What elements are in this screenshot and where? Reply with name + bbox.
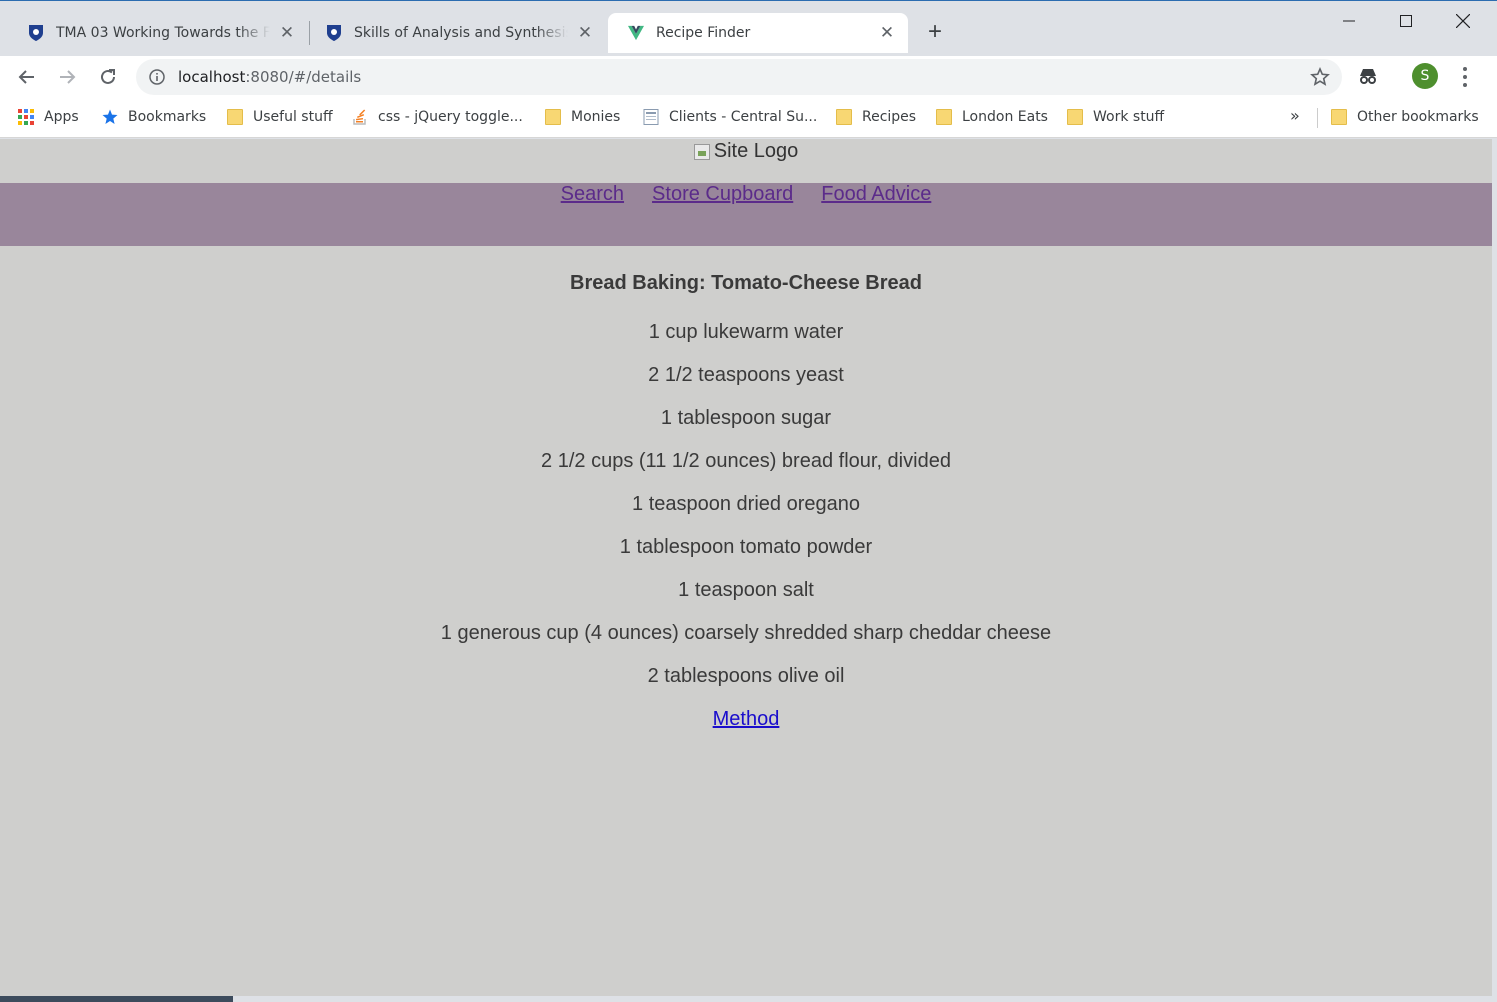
folder-icon — [545, 109, 561, 125]
bookmark-london-eats[interactable]: London Eats — [936, 107, 1048, 127]
minimize-button[interactable] — [1326, 7, 1372, 35]
site-logo-alt-text: Site Logo — [713, 140, 799, 162]
new-tab-button[interactable]: + — [922, 19, 948, 45]
menu-kebab-icon[interactable] — [1455, 64, 1475, 90]
taskbar-segment — [0, 996, 233, 1002]
ou-shield-icon — [327, 25, 341, 41]
tab-title: TMA 03 Working Towards the Fin — [56, 25, 270, 41]
ingredient-item: 1 tablespoon sugar — [660, 407, 832, 429]
nav-link-search[interactable]: Search — [561, 183, 624, 205]
ou-shield-icon — [29, 25, 43, 41]
ingredient-item: 2 1/2 cups (11 1/2 ounces) bread flour, … — [541, 450, 951, 472]
tab-title: Skills of Analysis and Synthesis: 2 — [354, 25, 568, 41]
ingredient-item: 1 tablespoon tomato powder — [619, 536, 873, 558]
profile-avatar[interactable]: S — [1412, 63, 1438, 89]
folder-icon — [227, 109, 243, 125]
bookmark-label: Recipes — [862, 109, 917, 125]
reload-icon — [101, 69, 115, 84]
folder-icon — [936, 109, 952, 125]
nav-link-food-advice[interactable]: Food Advice — [821, 183, 931, 205]
bookmark-label: Clients - Central Su... — [669, 109, 818, 125]
bookmark-label: css - jQuery toggle... — [378, 109, 523, 125]
tab-strip: TMA 03 Working Towards the Fin ✕ Skills … — [0, 0, 1497, 56]
bookmark-bookmarks[interactable]: Bookmarks — [102, 107, 206, 127]
bookmark-label: Bookmarks — [128, 109, 207, 125]
bookmarks-divider — [1317, 108, 1318, 128]
bookmark-label: Useful stuff — [253, 109, 333, 125]
ingredient-item: 1 teaspoon salt — [678, 579, 814, 601]
site-nav: Search Store Cupboard Food Advice — [0, 183, 1492, 246]
ingredient-item: 1 cup lukewarm water — [648, 321, 844, 343]
bookmark-label: Other bookmarks — [1357, 109, 1479, 125]
back-arrow-icon — [18, 70, 34, 84]
document-icon — [643, 109, 659, 125]
method-link[interactable]: Method — [713, 707, 780, 731]
taskbar-edge — [0, 996, 1497, 1002]
close-icon[interactable]: ✕ — [576, 23, 594, 43]
vue-logo-icon — [628, 25, 644, 41]
bookmark-useful-stuff[interactable]: Useful stuff — [227, 107, 333, 127]
bookmark-label: Work stuff — [1093, 109, 1165, 125]
bookmark-label: Monies — [571, 109, 621, 125]
window-edge — [1492, 139, 1497, 1002]
url-host: localhost — [178, 68, 246, 86]
maximize-icon — [1400, 15, 1412, 27]
folder-icon — [1067, 109, 1083, 125]
bookmarks-overflow-button[interactable]: » — [1290, 106, 1300, 125]
broken-image-icon — [693, 143, 710, 160]
bookmark-label: Apps — [44, 109, 79, 125]
recipe-title: Bread Baking: Tomato-Cheese Bread — [570, 272, 922, 294]
page-content: Site Logo Search Store Cupboard Food Advic… — [0, 139, 1492, 996]
forward-button[interactable] — [52, 62, 82, 92]
nav-link-store-cupboard[interactable]: Store Cupboard — [652, 183, 793, 205]
close-icon — [1456, 14, 1470, 28]
url-path: :8080/#/details — [245, 68, 362, 86]
incognito-extension-icon[interactable] — [1357, 66, 1379, 86]
bookmark-monies[interactable]: Monies — [545, 107, 620, 127]
bookmark-other-bookmarks[interactable]: Other bookmarks — [1331, 107, 1479, 127]
close-icon[interactable]: ✕ — [878, 23, 896, 43]
tab-skills-analysis[interactable]: Skills of Analysis and Synthesis: 2 ✕ — [306, 13, 606, 53]
folder-icon — [1331, 109, 1347, 125]
reload-button[interactable] — [93, 62, 123, 92]
close-icon[interactable]: ✕ — [278, 23, 296, 43]
back-button[interactable] — [12, 62, 42, 92]
star-icon — [102, 109, 118, 124]
bookmark-work-stuff[interactable]: Work stuff — [1067, 107, 1164, 127]
bookmark-clients-central[interactable]: Clients - Central Su... — [643, 107, 817, 127]
bookmarks-bar: Apps Bookmarks Useful stuff css - jQuery… — [0, 98, 1497, 138]
ingredient-item: 2 tablespoons olive oil — [647, 665, 845, 687]
ingredient-item: 1 teaspoon dried oregano — [632, 493, 860, 515]
forward-arrow-icon — [60, 70, 76, 84]
info-icon[interactable] — [149, 69, 165, 85]
address-bar[interactable]: localhost:8080/#/details — [136, 59, 1342, 95]
site-logo: Site Logo — [0, 140, 1492, 166]
recipe-details: Bread Baking: Tomato-Cheese Bread 1 cup … — [0, 270, 1492, 731]
tab-title: Recipe Finder — [656, 25, 751, 41]
bookmark-star-icon[interactable] — [1310, 67, 1330, 87]
tab-tma03[interactable]: TMA 03 Working Towards the Fin ✕ — [8, 13, 308, 53]
bookmark-label: London Eats — [962, 109, 1048, 125]
browser-toolbar: localhost:8080/#/details S — [0, 56, 1497, 98]
bookmark-recipes[interactable]: Recipes — [836, 107, 916, 127]
bookmark-css-jquery-toggle[interactable]: css - jQuery toggle... — [352, 107, 523, 127]
ingredient-item: 2 1/2 teaspoons yeast — [648, 364, 844, 386]
profile-initial: S — [1420, 68, 1430, 84]
bookmark-apps[interactable]: Apps — [18, 107, 79, 127]
maximize-button[interactable] — [1383, 7, 1429, 35]
minimize-icon — [1343, 20, 1355, 22]
folder-icon — [836, 109, 852, 125]
ingredient-list: 1 cup lukewarm water 2 1/2 teaspoons yea… — [0, 320, 1492, 707]
ingredient-item: 1 generous cup (4 ounces) coarsely shred… — [440, 622, 1052, 644]
apps-grid-icon — [18, 109, 34, 125]
close-window-button[interactable] — [1440, 7, 1486, 35]
tab-recipe-finder[interactable]: Recipe Finder ✕ — [608, 13, 908, 53]
stackoverflow-icon — [353, 109, 366, 125]
